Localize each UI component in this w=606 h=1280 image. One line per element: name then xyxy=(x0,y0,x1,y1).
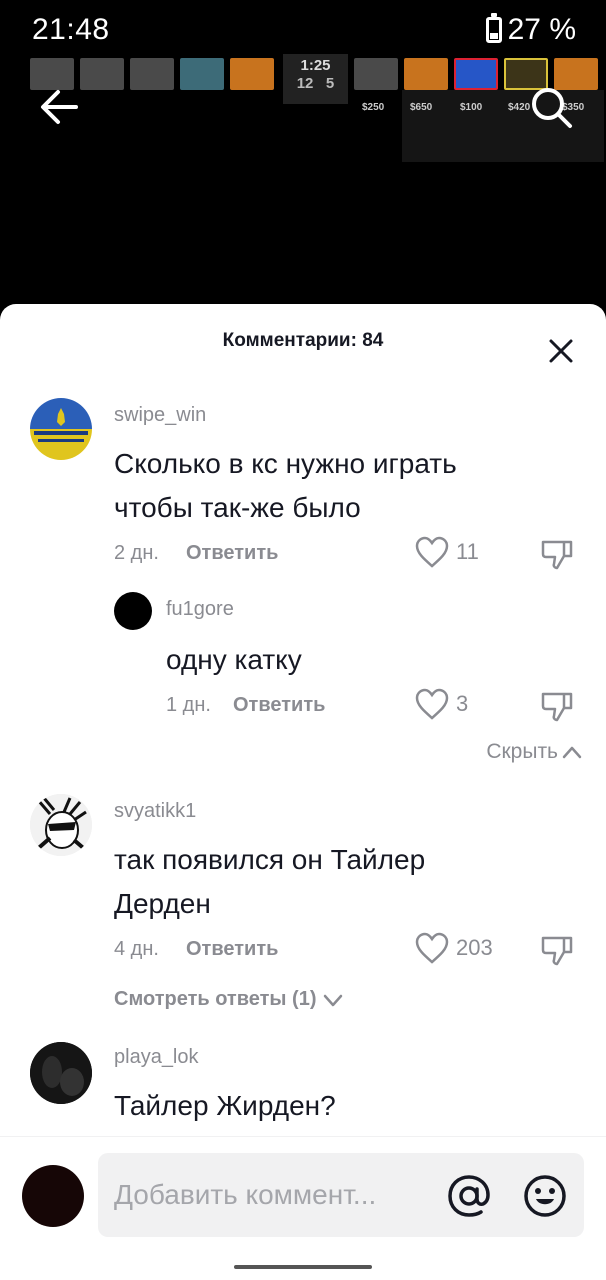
avatar-image xyxy=(30,794,92,856)
avatar-image xyxy=(30,398,92,460)
hud-money: $650 xyxy=(410,102,433,113)
comment-username[interactable]: swipe_win xyxy=(114,404,206,427)
like-button[interactable]: 203 xyxy=(414,932,493,964)
hud-player-slot xyxy=(130,58,174,90)
avatar[interactable] xyxy=(114,592,152,630)
comment-time: 4 дн. xyxy=(114,938,159,960)
video-player[interactable]: 1:25 12 5 $250 $650 $100 $420 $350 xyxy=(0,0,606,320)
hud-score-ct: 12 xyxy=(296,75,314,92)
comment-username[interactable]: svyatikk1 xyxy=(114,800,196,823)
chevron-up-icon xyxy=(562,746,582,759)
hud-player-slot xyxy=(180,58,224,90)
comment-input-bar: Добавить коммент... xyxy=(0,1136,606,1280)
back-arrow-icon xyxy=(41,90,78,124)
like-button[interactable]: 11 xyxy=(414,536,479,568)
chevron-down-icon xyxy=(323,994,342,1006)
like-button[interactable]: 3 xyxy=(414,688,468,720)
hud-money: $420 xyxy=(508,102,531,113)
comments-title: Комментарии: 84 xyxy=(222,330,384,351)
my-avatar xyxy=(22,1165,84,1227)
hud-player-slot xyxy=(80,58,124,90)
reply-button[interactable]: Ответить xyxy=(186,542,278,565)
mention-button[interactable] xyxy=(446,1173,492,1219)
avatar[interactable] xyxy=(30,1042,92,1104)
heart-icon xyxy=(415,536,449,568)
at-icon xyxy=(448,1175,490,1217)
avatar-image xyxy=(30,1042,92,1104)
comments-sheet: Комментарии: 84 swipe_win Сколько в кс н… xyxy=(0,304,606,1280)
dislike-button[interactable] xyxy=(540,538,574,572)
reply-button[interactable]: Ответить xyxy=(233,694,325,717)
dislike-button[interactable] xyxy=(540,690,574,724)
comment-username[interactable]: fu1gore xyxy=(166,598,234,621)
heart-icon xyxy=(415,688,449,720)
comment-text: так появился он Тайлер Дерден xyxy=(114,844,426,919)
like-count: 11 xyxy=(456,539,479,564)
comment-text: одну катку xyxy=(166,644,302,675)
dislike-icon xyxy=(541,936,573,966)
emoji-icon xyxy=(524,1175,566,1217)
avatar[interactable] xyxy=(30,794,92,856)
hide-replies-label: Скрыть xyxy=(486,740,558,763)
search-icon xyxy=(532,88,572,128)
dislike-button[interactable] xyxy=(540,934,574,968)
comment-time: 1 дн. xyxy=(166,694,211,716)
hud-money: $100 xyxy=(460,102,483,113)
hud-player-slot xyxy=(404,58,448,90)
comment-time: 2 дн. xyxy=(114,542,159,564)
heart-icon xyxy=(415,932,449,964)
comment-username[interactable]: playa_lok xyxy=(114,1046,199,1069)
hud-player-slot xyxy=(354,58,398,90)
dislike-icon xyxy=(541,692,573,722)
game-hud: 1:25 12 5 $250 $650 $100 $420 $350 xyxy=(30,54,604,164)
back-button[interactable] xyxy=(36,84,82,130)
close-icon xyxy=(549,339,573,363)
hud-player-slot xyxy=(454,58,498,90)
view-replies-label: Смотреть ответы (1) xyxy=(114,988,317,1010)
comment-input-placeholder: Добавить коммент... xyxy=(114,1179,377,1210)
comment-text: Тайлер Жирден? xyxy=(114,1090,336,1121)
emoji-button[interactable] xyxy=(522,1173,568,1219)
avatar[interactable] xyxy=(30,398,92,460)
hud-scoreboard: 1:25 12 5 xyxy=(283,54,348,104)
hud-score-t: 5 xyxy=(325,75,335,92)
close-button[interactable] xyxy=(544,334,578,368)
hud-money: $250 xyxy=(362,102,385,113)
hud-round-time: 1:25 xyxy=(300,57,331,74)
comment-text: Сколько в кс нужно играть чтобы так-же б… xyxy=(114,448,457,523)
like-count: 203 xyxy=(456,935,493,960)
hud-player-slot xyxy=(230,58,274,90)
view-replies-button[interactable]: Смотреть ответы (1) xyxy=(114,988,343,1011)
search-button[interactable] xyxy=(528,84,574,130)
like-count: 3 xyxy=(456,691,469,716)
home-indicator xyxy=(234,1265,372,1269)
reply-button[interactable]: Ответить xyxy=(186,938,278,961)
dislike-icon xyxy=(541,540,573,570)
hide-replies-button[interactable]: Скрыть xyxy=(486,740,582,764)
comment-input[interactable]: Добавить коммент... xyxy=(98,1153,584,1237)
